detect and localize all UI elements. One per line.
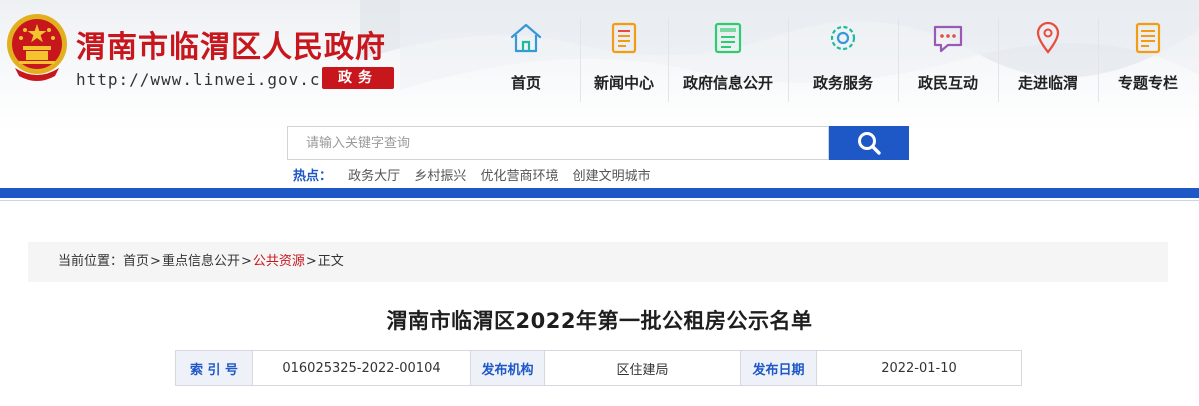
breadcrumb-current: 正文 [317, 254, 344, 269]
nav-services[interactable]: 政务服务 [788, 14, 898, 104]
breadcrumb: 当前位置：首页>重点信息公开>公共资源>正文 [28, 242, 1168, 282]
main-nav: 首页 新闻中心 政府信息公开 政务服务 政民互动 走进临渭 专题专栏 [472, 14, 1198, 104]
home-icon [510, 23, 542, 53]
location-pin-icon [1036, 21, 1060, 54]
index-number-value: 016025325-2022-00104 [252, 350, 471, 386]
nav-news[interactable]: 新闻中心 [580, 14, 668, 104]
search-icon [858, 132, 881, 155]
publish-date-value: 2022-01-10 [816, 350, 1022, 386]
breadcrumb-prefix: 当前位置： [58, 254, 124, 269]
breadcrumb-separator: > [240, 254, 252, 269]
article-meta-table: 索 引 号 016025325-2022-00104 发布机构 区住建局 发布日… [175, 350, 1022, 386]
header-divider-bar [0, 188, 1199, 198]
nav-label: 政府信息公开 [682, 74, 773, 92]
header-divider-line [0, 200, 1199, 201]
hot-link[interactable]: 政务大厅 [348, 169, 400, 184]
site-header: 渭南市临渭区人民政府 http://www.linwei.gov.cn 政务 首… [0, 0, 1199, 188]
publisher-value: 区住建局 [544, 350, 741, 386]
breadcrumb-home[interactable]: 首页 [123, 254, 149, 269]
chat-bubble-icon [933, 25, 963, 53]
breadcrumb-separator: > [150, 254, 161, 269]
nav-interaction[interactable]: 政民互动 [898, 14, 998, 104]
search-bar [287, 126, 909, 160]
nav-label: 新闻中心 [593, 74, 654, 92]
nav-label: 专题专栏 [1117, 74, 1178, 92]
index-number-label: 索 引 号 [175, 350, 253, 386]
news-document-icon [611, 22, 637, 54]
nav-label: 政民互动 [917, 74, 978, 92]
breadcrumb-key-info[interactable]: 重点信息公开 [162, 254, 240, 269]
hot-link[interactable]: 创建文明城市 [573, 169, 651, 184]
nav-about[interactable]: 走进临渭 [998, 14, 1098, 104]
nav-special[interactable]: 专题专栏 [1098, 14, 1198, 104]
info-document-icon [714, 22, 742, 54]
national-emblem-icon [7, 14, 67, 81]
article-title: 渭南市临渭区2022年第一批公租房公示名单 [386, 309, 813, 333]
nav-label: 走进临渭 [1017, 74, 1078, 92]
table-row: 索 引 号 016025325-2022-00104 发布机构 区住建局 发布日… [175, 350, 1022, 386]
nav-label: 首页 [510, 74, 541, 92]
hot-link[interactable]: 乡村振兴 [414, 169, 466, 184]
search-button[interactable] [829, 126, 909, 160]
nav-home[interactable]: 首页 [472, 14, 580, 104]
publisher-label: 发布机构 [470, 350, 545, 386]
publish-date-label: 发布日期 [740, 350, 817, 386]
search-input[interactable] [287, 126, 829, 160]
nav-gov-info[interactable]: 政府信息公开 [668, 14, 788, 104]
site-title: 渭南市临渭区人民政府 [76, 30, 386, 65]
gear-icon [830, 25, 856, 51]
list-document-icon [1135, 22, 1161, 54]
hot-link[interactable]: 优化营商环境 [480, 169, 558, 184]
gov-affairs-badge: 政务 [322, 67, 394, 89]
nav-label: 政务服务 [812, 74, 873, 92]
breadcrumb-public-resources[interactable]: 公共资源 [253, 254, 305, 269]
breadcrumb-separator: > [305, 254, 317, 269]
site-url: http://www.linwei.gov.cn [76, 70, 332, 89]
hot-topics-label: 热点： [293, 169, 333, 184]
hot-topics: 热点： 政务大厅 乡村振兴 优化营商环境 创建文明城市 [293, 165, 661, 184]
